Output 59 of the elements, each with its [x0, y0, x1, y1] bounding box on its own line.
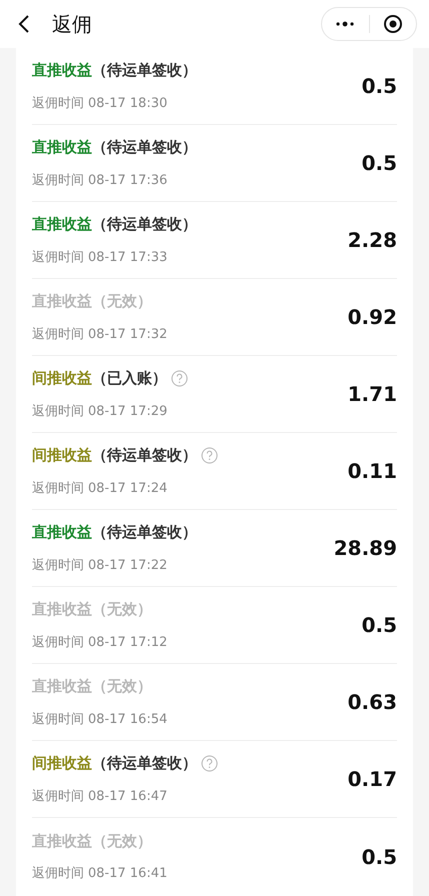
time-label: 返佣时间 [32, 248, 84, 266]
commission-amount: 0.5 [362, 612, 397, 639]
commission-amount: 0.5 [362, 150, 397, 177]
commission-status: （待运单签收） [92, 522, 197, 543]
commission-type: 直推收益 [32, 830, 92, 852]
page-title: 返佣 [52, 11, 92, 38]
commission-type: 直推收益 [32, 599, 92, 620]
commission-amount: 0.5 [362, 844, 397, 870]
commission-status: （待运单签收） [92, 60, 197, 81]
commission-time: 08-17 16:47 [88, 788, 168, 806]
time-label: 返佣时间 [32, 634, 84, 652]
time-label: 返佣时间 [32, 865, 84, 883]
commission-type: 间推收益 [32, 753, 92, 774]
commission-amount: 0.92 [348, 304, 397, 331]
commission-type: 间推收益 [32, 368, 92, 389]
commission-status: （无效） [92, 291, 152, 312]
commission-time: 08-17 17:24 [88, 480, 168, 498]
commission-type: 直推收益 [32, 214, 92, 235]
commission-status: （已入账） [92, 368, 167, 389]
commission-time: 08-17 16:54 [88, 710, 168, 728]
target-icon [382, 14, 403, 34]
commission-time: 08-17 17:12 [88, 634, 168, 652]
commission-type: 直推收益 [32, 522, 92, 543]
commission-amount: 28.89 [334, 535, 397, 562]
commission-amount: 0.63 [348, 689, 397, 716]
commission-status: （无效） [92, 599, 152, 620]
commission-status: （无效） [92, 676, 152, 697]
commission-amount: 1.71 [348, 381, 397, 408]
commission-amount: 0.5 [362, 73, 397, 100]
commission-time: 08-17 18:30 [88, 94, 168, 112]
commission-time: 08-17 17:33 [88, 248, 168, 266]
time-label: 返佣时间 [32, 402, 84, 420]
commission-type: 间推收益 [32, 445, 92, 466]
commission-time: 08-17 16:41 [88, 865, 168, 883]
more-icon [335, 21, 356, 27]
commission-type: 直推收益 [32, 137, 92, 158]
commission-type: 直推收益 [32, 676, 92, 697]
commission-amount: 0.17 [348, 766, 397, 793]
time-label: 返佣时间 [32, 710, 84, 728]
commission-status: （待运单签收） [92, 214, 197, 235]
commission-time: 08-17 17:32 [88, 326, 168, 344]
commission-amount: 0.11 [348, 458, 397, 485]
time-label: 返佣时间 [32, 326, 84, 344]
commission-amount: 2.28 [348, 227, 397, 254]
commission-time: 08-17 17:36 [88, 172, 168, 190]
commission-status: （无效） [92, 830, 152, 852]
commission-status: （待运单签收） [92, 753, 197, 774]
commission-time: 08-17 17:29 [88, 402, 168, 420]
commission-time: 08-17 17:22 [88, 556, 168, 574]
time-label: 返佣时间 [32, 788, 84, 806]
commission-status: （待运单签收） [92, 137, 197, 158]
commission-type: 直推收益 [32, 60, 92, 81]
time-label: 返佣时间 [32, 556, 84, 574]
time-label: 返佣时间 [32, 94, 84, 112]
time-label: 返佣时间 [32, 480, 84, 498]
back-icon [17, 14, 31, 34]
commission-type: 直推收益 [32, 291, 92, 312]
time-label: 返佣时间 [32, 172, 84, 190]
commission-status: （待运单签收） [92, 445, 197, 466]
